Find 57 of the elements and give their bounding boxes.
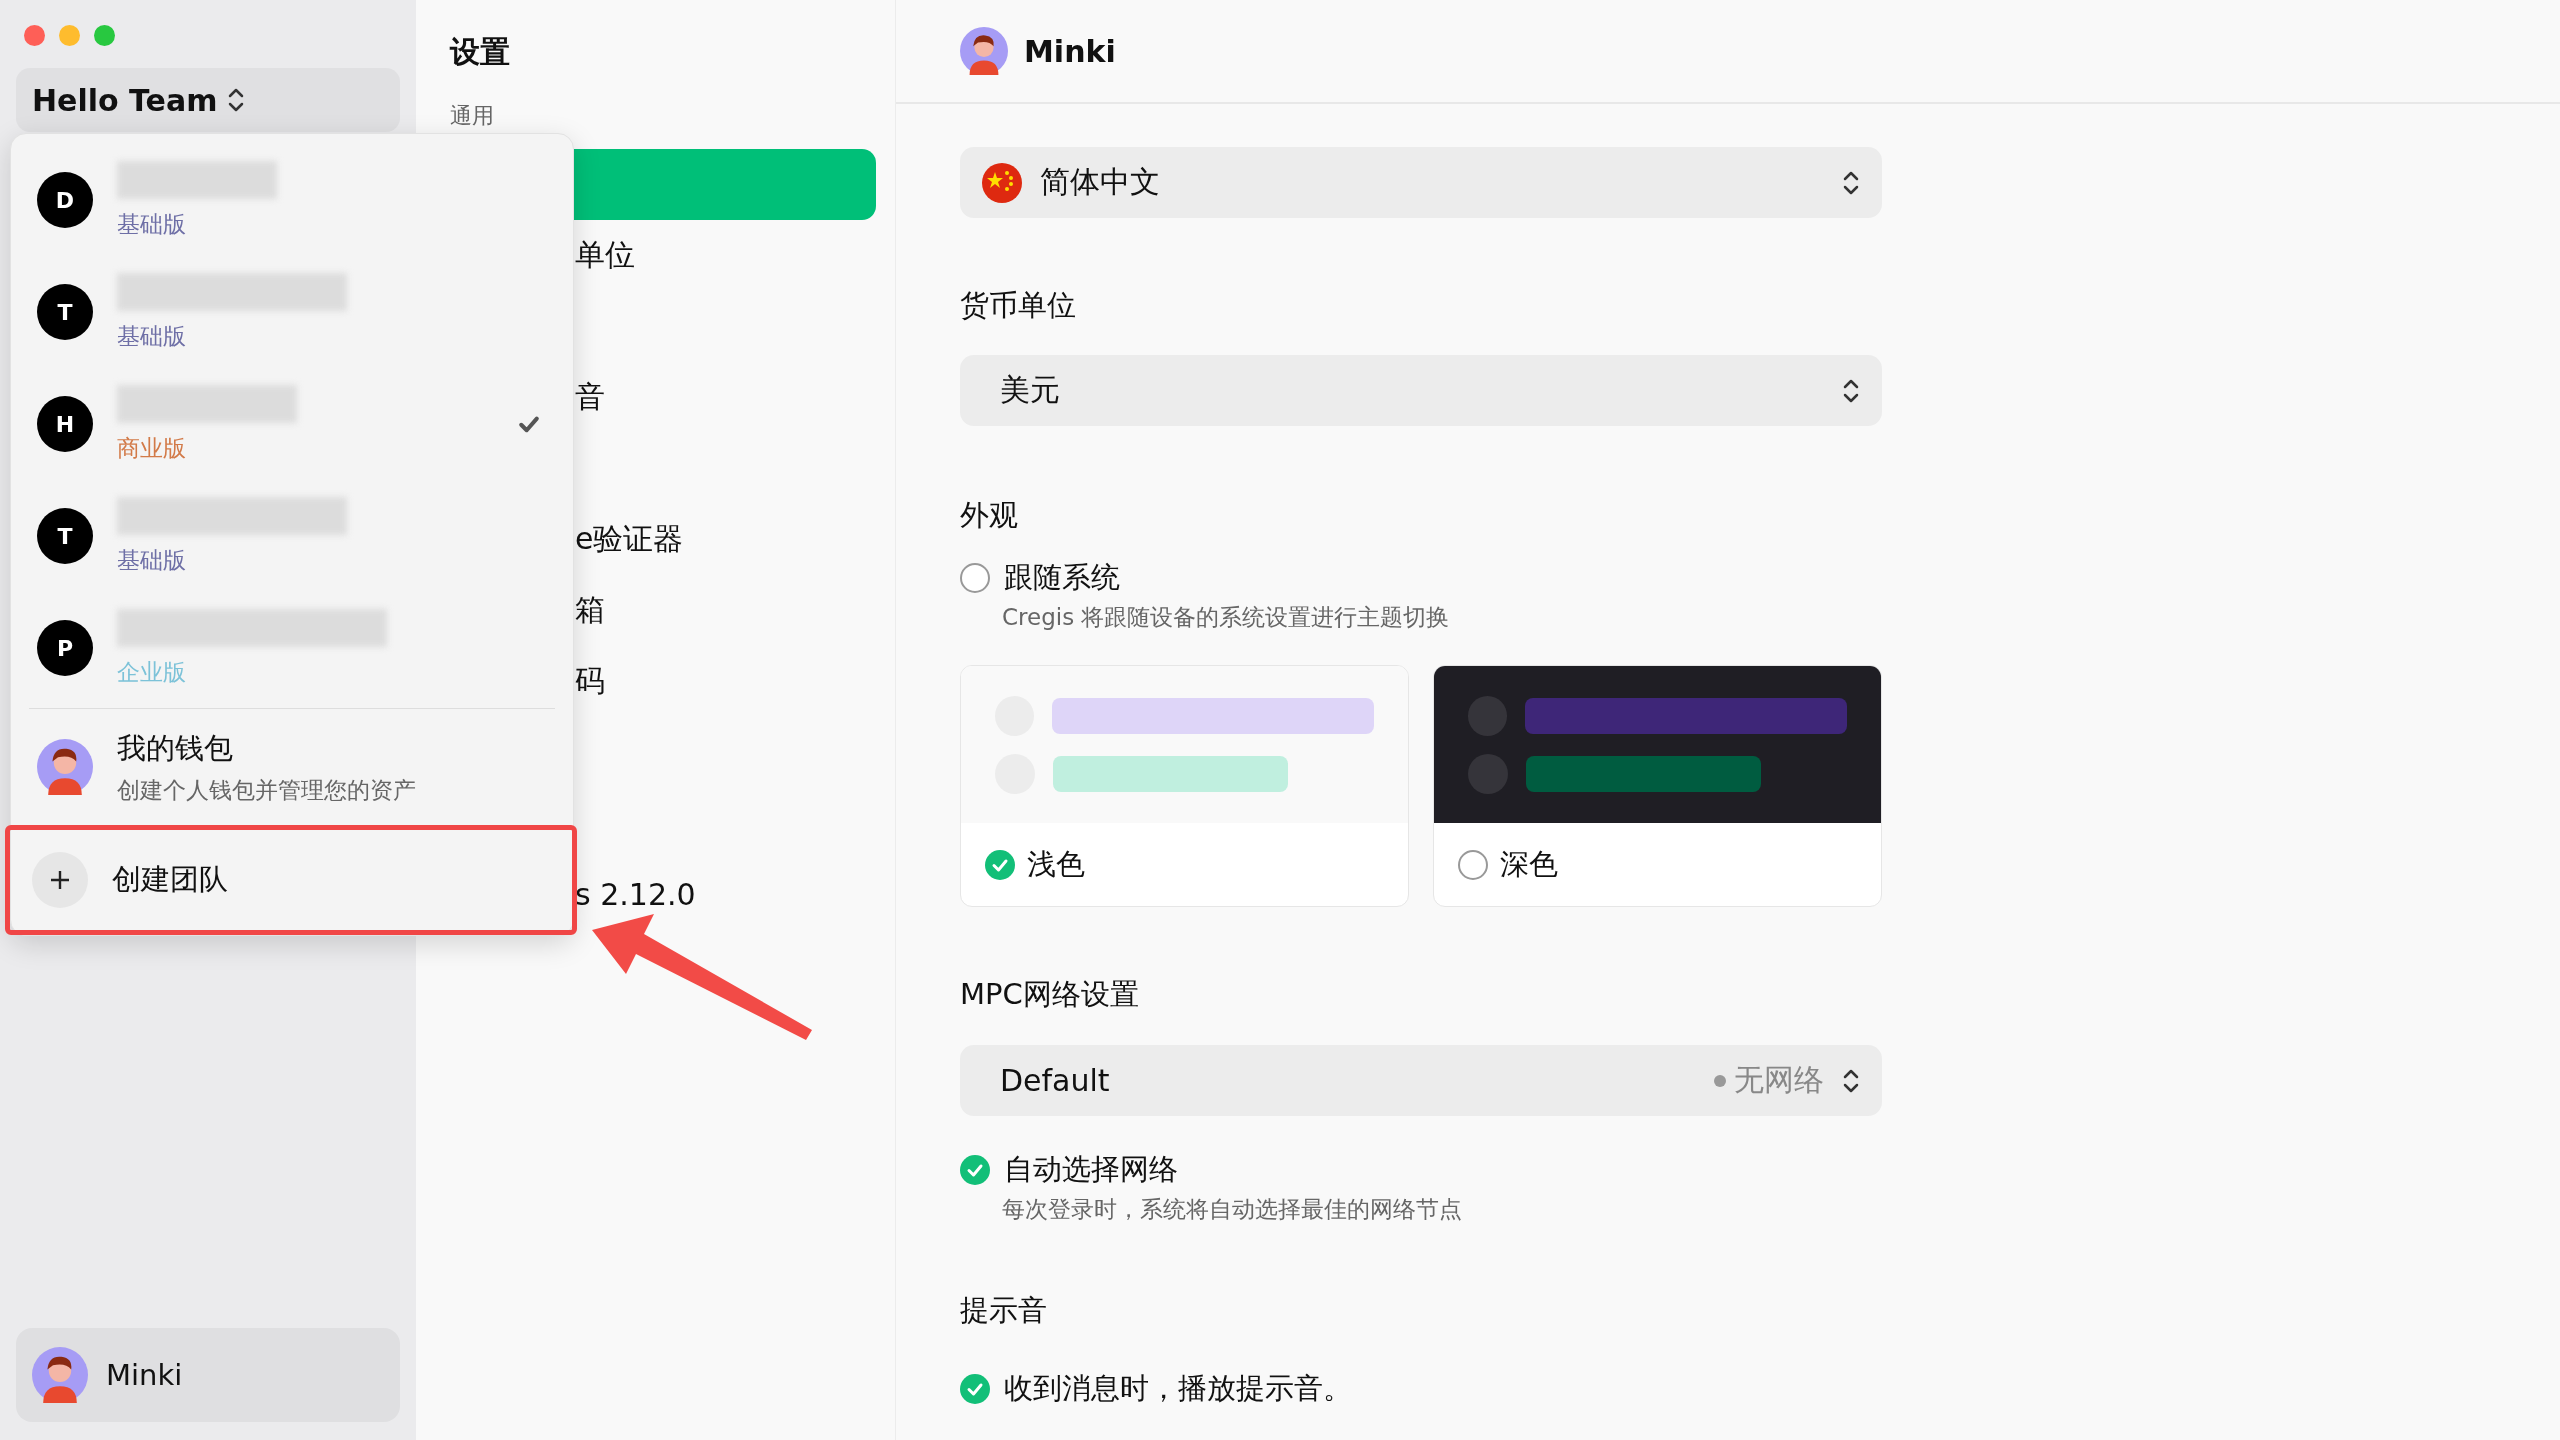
chevron-updown-icon [227,86,246,114]
wallet-item[interactable]: 我的钱包 创建个人钱包并管理您的资产 [11,709,573,825]
plus-icon [32,852,88,908]
language-select[interactable]: 简体中文 [960,147,1882,218]
network-select[interactable]: Default 无网络 [960,1045,1882,1116]
theme-label: 深色 [1500,845,1558,883]
user-button[interactable]: Minki [16,1328,400,1422]
network-label: MPC网络设置 [960,976,1140,1013]
team-avatar: T [37,508,93,564]
theme-card[interactable]: 深色 [1433,665,1882,907]
avatar-icon [960,27,1008,75]
appearance-label: 外观 [960,497,1019,534]
zoom-button[interactable] [94,25,115,46]
auto-network-description: 每次登录时，系统将自动选择最佳的网络节点 [1001,1195,1463,1224]
follow-system-radio[interactable] [960,563,990,593]
team-item[interactable]: T 基础版 [11,256,573,368]
sound-checkbox[interactable] [960,1374,990,1404]
plan-label: 基础版 [117,321,187,351]
sound-option-label: 收到消息时，播放提示音。 [1004,1370,1352,1407]
plan-label: 基础版 [117,209,187,239]
section-label: 通用 [449,102,495,130]
auto-network-label: 自动选择网络 [1004,1151,1178,1188]
theme-label: 浅色 [1027,845,1085,883]
create-team-label: 创建团队 [112,861,228,898]
team-item[interactable]: H 商业版 [11,368,573,480]
team-item[interactable]: P 企业版 [11,592,573,704]
team-item[interactable]: D 基础版 [11,144,573,256]
team-avatar: T [37,284,93,340]
flag-icon [982,162,1022,203]
sound-label: 提示音 [960,1292,1048,1329]
theme-radio[interactable] [985,849,1015,880]
currency-label: 货币单位 [960,287,1077,324]
team-avatar: D [37,172,93,228]
plan-label: 基础版 [117,545,187,575]
wallet-subtitle: 创建个人钱包并管理您的资产 [117,775,416,805]
follow-system-label: 跟随系统 [1004,559,1120,596]
follow-system-description: Cregis 将跟随设备的系统设置进行主题切换 [1001,603,1451,632]
settings-title: 设置 [448,33,511,71]
team-switcher[interactable]: Hello Team [16,68,400,132]
status-dot-icon [1714,1074,1726,1087]
auto-network-checkbox[interactable] [960,1155,990,1185]
network-status: 无网络 [1734,1061,1824,1099]
wallet-title: 我的钱包 [117,729,234,767]
team-avatar: H [37,396,93,452]
avatar-icon [37,739,93,795]
currency-select[interactable]: 美元 [960,355,1882,426]
minimize-button[interactable] [59,25,80,46]
team-avatar: P [37,620,93,676]
team-item[interactable]: T 基础版 [11,480,573,592]
theme-card[interactable]: 浅色 [960,665,1409,907]
theme-radio[interactable] [1458,849,1488,880]
create-team-item[interactable]: 创建团队 [5,825,577,935]
profile-name: Minki [1024,33,1116,69]
plan-label: 商业版 [117,433,187,463]
close-button[interactable] [24,25,45,46]
avatar-icon [32,1347,88,1403]
plan-label: 企业版 [117,657,187,687]
